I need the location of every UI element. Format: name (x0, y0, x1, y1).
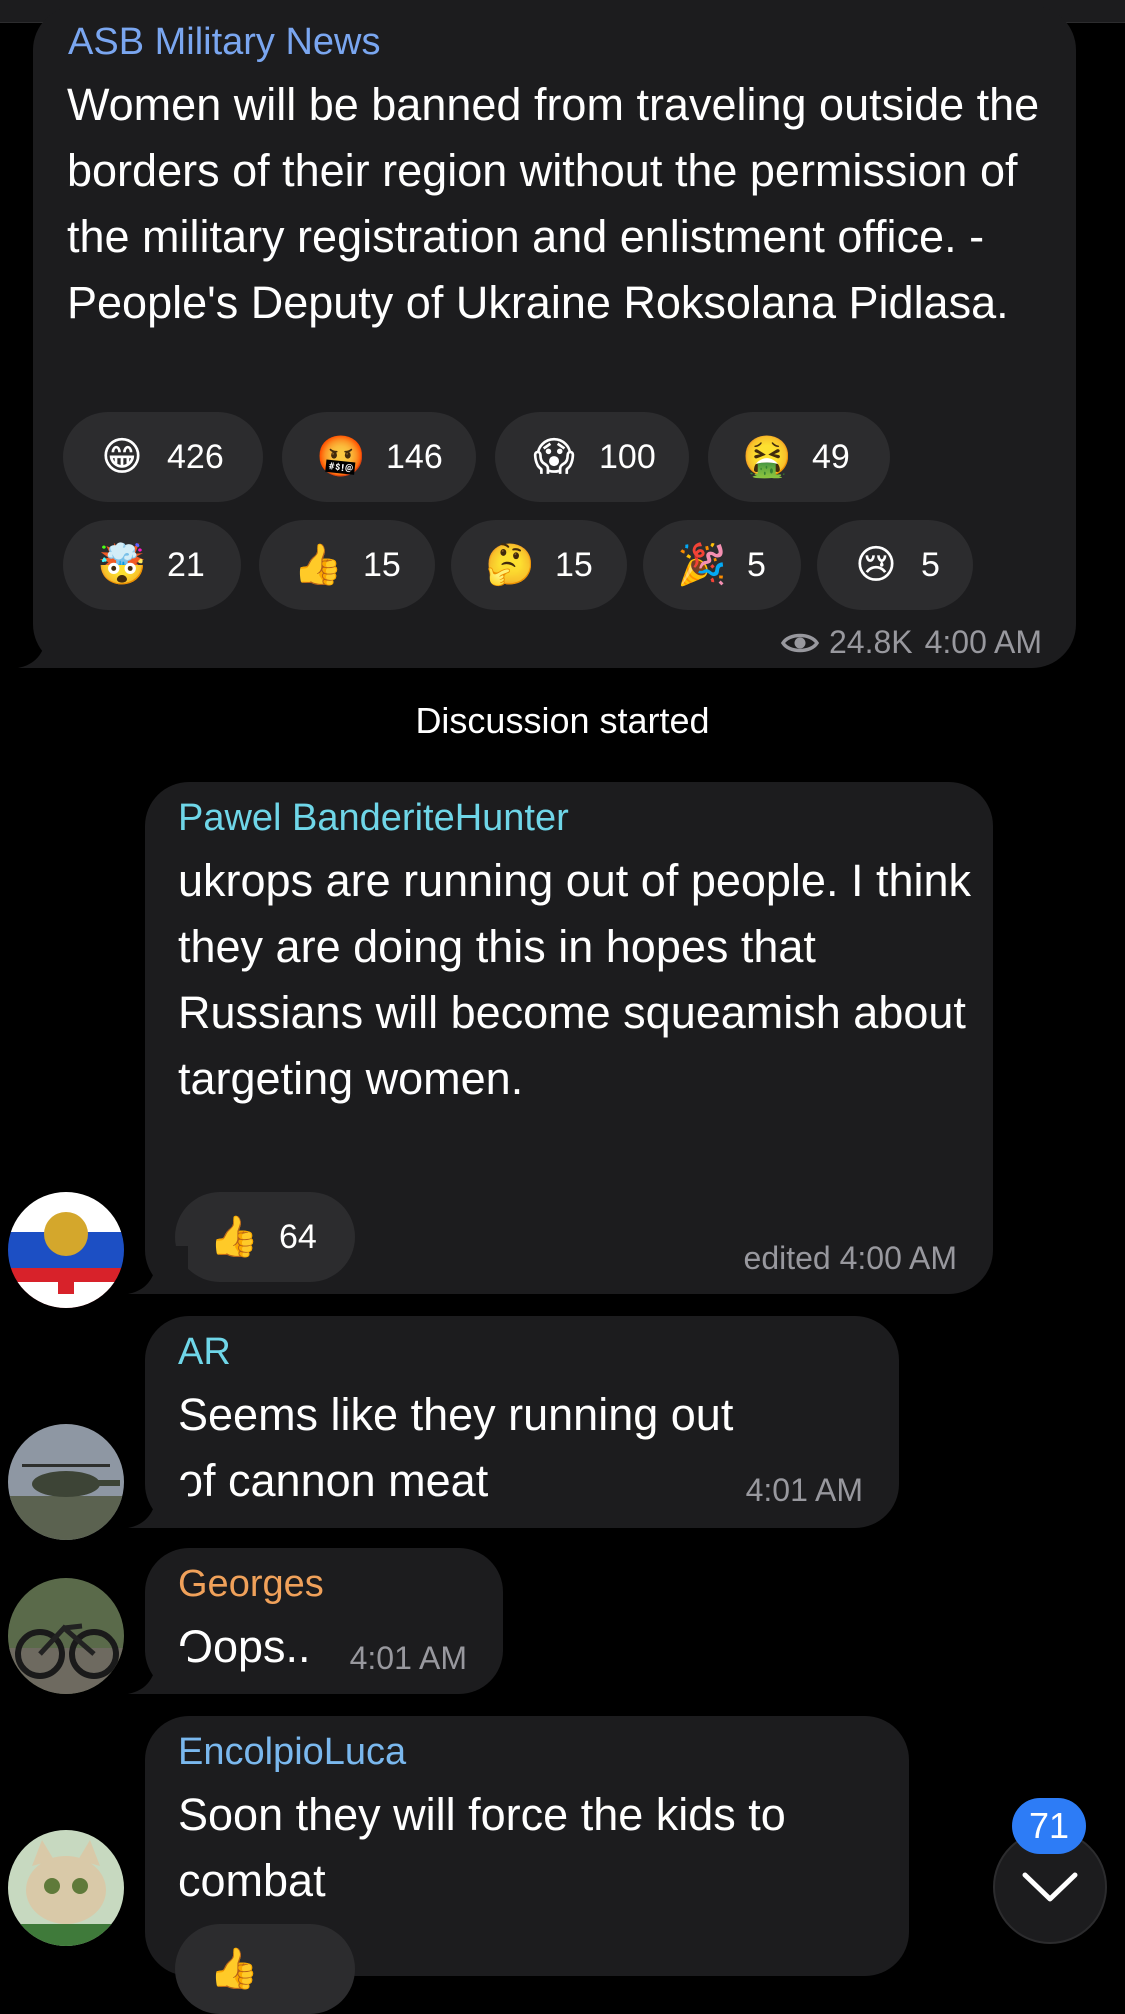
channel-post-bubble[interactable]: ASB Military News Women will be banned f… (33, 6, 1076, 668)
eye-icon (780, 633, 819, 652)
comment-text: ukrops are running out of people. I thin… (178, 855, 972, 1104)
reaction-grinning[interactable]: 😁 426 (63, 412, 263, 502)
avatar[interactable] (8, 1578, 124, 1694)
thinking-face-icon: 🤔 (485, 543, 535, 587)
reaction-count: 426 (167, 437, 224, 476)
reaction-count: 15 (363, 545, 401, 584)
reaction-crying[interactable]: 😢 5 (817, 520, 973, 610)
cat-avatar-image (8, 1830, 124, 1946)
reaction-screaming[interactable]: 😱 100 (495, 412, 689, 502)
discussion-started-label: Discussion started (415, 700, 710, 741)
reaction-exploding-head[interactable]: 🤯 21 (63, 520, 241, 610)
reaction-thumbs-up[interactable]: 👍 (175, 1924, 355, 2014)
cursing-face-icon: 🤬 (316, 435, 366, 479)
comment-meta: 4:01 AM (349, 1640, 467, 1676)
comment-text: Oops.. (178, 1621, 311, 1672)
thumbs-up-icon: 👍 (293, 543, 343, 587)
exploding-head-icon: 🤯 (97, 543, 147, 587)
bubble-tail (128, 1480, 188, 1528)
unread-count-badge: 71 (1012, 1798, 1086, 1854)
flag-avatar-image (8, 1192, 124, 1308)
bubble-tail (128, 1246, 188, 1294)
reaction-thinking[interactable]: 🤔 15 (451, 520, 627, 610)
reaction-count: 5 (747, 545, 766, 584)
channel-name[interactable]: ASB Military News (68, 20, 381, 64)
comment-author[interactable]: Georges (178, 1562, 324, 1606)
reaction-vomiting[interactable]: 🤮 49 (708, 412, 890, 502)
bicycle-avatar-image (8, 1578, 124, 1694)
comment-text: Soon they will force the kids to combat (178, 1789, 786, 1906)
reaction-cursing[interactable]: 🤬 146 (282, 412, 476, 502)
comment-author[interactable]: AR (178, 1330, 231, 1374)
thumbs-up-icon: 👍 (209, 1947, 259, 1991)
grinning-face-icon: 😁 (101, 435, 143, 479)
avatar[interactable] (8, 1830, 124, 1946)
bubble-tail (128, 1646, 188, 1694)
post-meta: 24.8K 4:00 AM (780, 624, 1042, 661)
post-text: Women will be banned from traveling outs… (67, 79, 1040, 328)
avatar[interactable] (8, 1424, 124, 1540)
reaction-count: 15 (555, 545, 593, 584)
thumbs-up-icon: 👍 (209, 1215, 259, 1259)
view-count: 24.8K (828, 624, 913, 660)
comment-bubble[interactable]: AR Seems like they running out of cannon… (145, 1316, 899, 1528)
helicopter-avatar-image (8, 1424, 124, 1540)
comment-author[interactable]: Pawel BanderiteHunter (178, 796, 569, 840)
post-time: 4:00 AM (924, 624, 1042, 660)
comment-meta: 4:01 AM (745, 1472, 863, 1508)
comment-text: Seems like they running out of cannon me… (178, 1389, 734, 1506)
party-popper-icon: 🎉 (677, 543, 727, 587)
comment-meta: edited 4:00 AM (743, 1240, 957, 1276)
reaction-party-popper[interactable]: 🎉 5 (643, 520, 801, 610)
reaction-thumbs-up[interactable]: 👍 15 (259, 520, 435, 610)
reaction-count: 49 (812, 437, 850, 476)
avatar[interactable] (8, 1192, 124, 1308)
bubble-tail (18, 620, 78, 668)
vomiting-face-icon: 🤮 (742, 435, 792, 479)
comment-author[interactable]: EncolpioLuca (178, 1730, 406, 1774)
crying-face-icon: 😢 (855, 543, 897, 587)
reaction-count: 5 (921, 545, 940, 584)
reaction-thumbs-up[interactable]: 👍 64 (175, 1192, 355, 1282)
screaming-face-icon: 😱 (533, 435, 575, 479)
comment-bubble[interactable]: Pawel BanderiteHunter ukrops are running… (145, 782, 993, 1294)
comment-bubble[interactable]: EncolpioLuca Soon they will force the ki… (145, 1716, 909, 2014)
reaction-count: 64 (279, 1217, 317, 1256)
chevron-down-icon (1022, 1872, 1078, 1902)
reaction-count: 100 (599, 437, 656, 476)
comment-bubble[interactable]: Georges Oops.. 4:01 AM (145, 1548, 503, 1694)
reaction-count: 21 (167, 545, 205, 584)
reaction-count: 146 (386, 437, 443, 476)
